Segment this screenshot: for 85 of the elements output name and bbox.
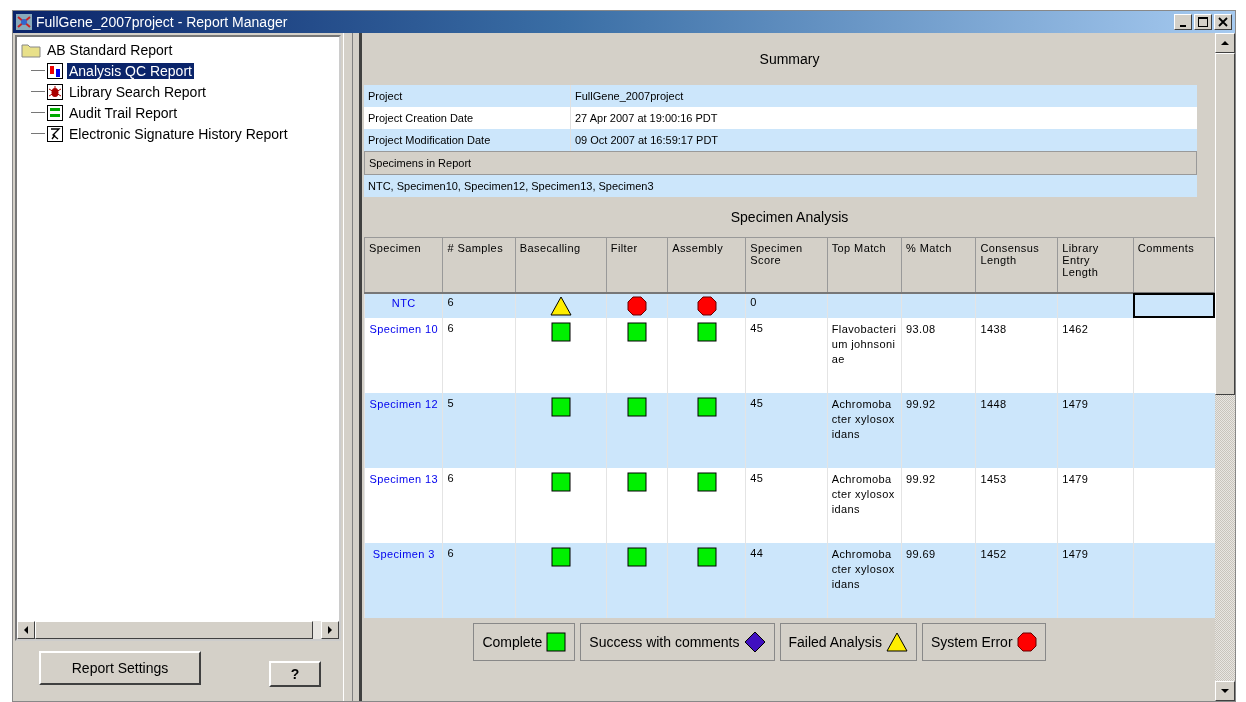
up-arrow-icon bbox=[1221, 40, 1229, 46]
column-header: # Samples bbox=[442, 237, 516, 293]
table-cell: 99.69 bbox=[906, 548, 936, 560]
column-header: Assembly bbox=[667, 237, 746, 293]
column-header: Filter bbox=[606, 237, 668, 293]
tree-item[interactable]: Audit Trail Report bbox=[67, 104, 180, 121]
tree-item[interactable]: AB Standard Report bbox=[45, 41, 175, 58]
audit-icon bbox=[47, 104, 63, 121]
left-arrow-icon bbox=[23, 626, 29, 634]
table-cell: 6 bbox=[442, 293, 516, 318]
specimen-list: NTC, Specimen10, Specimen12, Specimen13, Specimen3 bbox=[364, 175, 1197, 197]
table-cell: 93.08 bbox=[906, 323, 936, 335]
column-header: Comments bbox=[1133, 237, 1215, 293]
comment-cell[interactable] bbox=[1133, 318, 1215, 393]
table-cell: 45 bbox=[745, 468, 828, 543]
comment-cell[interactable] bbox=[1133, 393, 1215, 468]
close-icon bbox=[1218, 17, 1228, 27]
field-value: 27 Apr 2007 at 19:00:16 PDT bbox=[574, 112, 718, 124]
legend-label: Success with comments bbox=[589, 634, 740, 650]
signature-icon bbox=[47, 125, 63, 142]
column-header: Library Entry Length bbox=[1057, 237, 1134, 293]
specimens-heading: Specimens in Report bbox=[364, 151, 1197, 175]
column-header: Specimen bbox=[364, 237, 443, 293]
table-cell: 1479 bbox=[1062, 398, 1089, 410]
specimen-link[interactable]: Specimen 3 bbox=[372, 548, 435, 560]
table-cell-text: Achromobacter xylosoxidans bbox=[831, 547, 896, 592]
table-cell: 45 bbox=[745, 318, 828, 393]
column-header: Consensus Length bbox=[976, 237, 1058, 293]
table-cell: 1462 bbox=[1062, 323, 1089, 335]
comment-cell[interactable] bbox=[1133, 468, 1215, 543]
table-cell: 44 bbox=[745, 543, 828, 618]
minimize-icon bbox=[1180, 24, 1186, 27]
app-icon bbox=[16, 14, 32, 30]
splitter[interactable] bbox=[343, 33, 353, 701]
table-cell: 1452 bbox=[980, 548, 1007, 560]
table-cell: 0 bbox=[745, 293, 828, 318]
comment-cell[interactable] bbox=[1133, 543, 1215, 618]
table-cell: 99.92 bbox=[906, 473, 936, 485]
field-value: 09 Oct 2007 at 16:59:17 PDT bbox=[574, 134, 719, 146]
table-cell: 45 bbox=[745, 393, 828, 468]
report-icon bbox=[47, 62, 63, 79]
maximize-button[interactable] bbox=[1194, 14, 1212, 30]
column-header: Specimen Score bbox=[745, 237, 828, 293]
table-cell: 1479 bbox=[1062, 473, 1089, 485]
folder-icon bbox=[21, 41, 41, 58]
analysis-heading: Specimen Analysis bbox=[729, 208, 850, 227]
specimen-link[interactable]: Specimen 12 bbox=[369, 398, 439, 410]
maximize-icon bbox=[1198, 17, 1208, 27]
field-value: FullGene_2007project bbox=[574, 90, 684, 102]
specimen-link[interactable]: Specimen 13 bbox=[369, 473, 439, 485]
legend-label: Complete bbox=[482, 634, 543, 650]
table-cell: 5 bbox=[442, 393, 516, 468]
table-cell: 6 bbox=[442, 543, 516, 618]
comment-cell[interactable] bbox=[1133, 293, 1215, 318]
specimen-link[interactable]: Specimen 10 bbox=[369, 323, 439, 335]
help-button[interactable]: ? bbox=[269, 661, 321, 687]
legend-label: Failed Analysis bbox=[788, 634, 882, 650]
tree-item[interactable]: Library Search Report bbox=[67, 83, 208, 100]
specimen-link[interactable]: NTC bbox=[391, 297, 416, 309]
tree-item[interactable]: Analysis QC Report bbox=[67, 62, 194, 79]
down-arrow-icon bbox=[1221, 688, 1229, 694]
right-arrow-icon bbox=[327, 626, 333, 634]
table-cell-text: Achromobacter xylosoxidans bbox=[831, 397, 896, 442]
column-header: Basecalling bbox=[515, 237, 607, 293]
table-cell: 1438 bbox=[980, 323, 1007, 335]
table-cell: 1453 bbox=[980, 473, 1007, 485]
close-button[interactable] bbox=[1214, 14, 1232, 30]
table-cell: 6 bbox=[442, 468, 516, 543]
legend-label: System Error bbox=[930, 634, 1013, 650]
horizontal-scrollbar[interactable] bbox=[17, 621, 339, 639]
summary-heading: Summary bbox=[758, 50, 821, 69]
table-cell: Flavobacterium johnsoniae bbox=[831, 322, 898, 367]
table-cell-text: Achromobacter xylosoxidans bbox=[831, 472, 896, 517]
table-cell: 6 bbox=[442, 318, 516, 393]
table-cell: 1448 bbox=[980, 398, 1007, 410]
column-header: % Match bbox=[901, 237, 976, 293]
report-settings-button[interactable]: Report Settings bbox=[39, 651, 201, 685]
window-title: FullGene_2007project - Report Manager bbox=[36, 14, 289, 30]
vertical-scrollbar[interactable] bbox=[1215, 33, 1235, 701]
bug-icon bbox=[47, 83, 63, 100]
table-cell: 99.92 bbox=[906, 398, 936, 410]
table-cell: 1479 bbox=[1062, 548, 1089, 560]
column-header: Top Match bbox=[827, 237, 902, 293]
minimize-button[interactable] bbox=[1174, 14, 1192, 30]
tree-item[interactable]: Electronic Signature History Report bbox=[67, 125, 290, 142]
